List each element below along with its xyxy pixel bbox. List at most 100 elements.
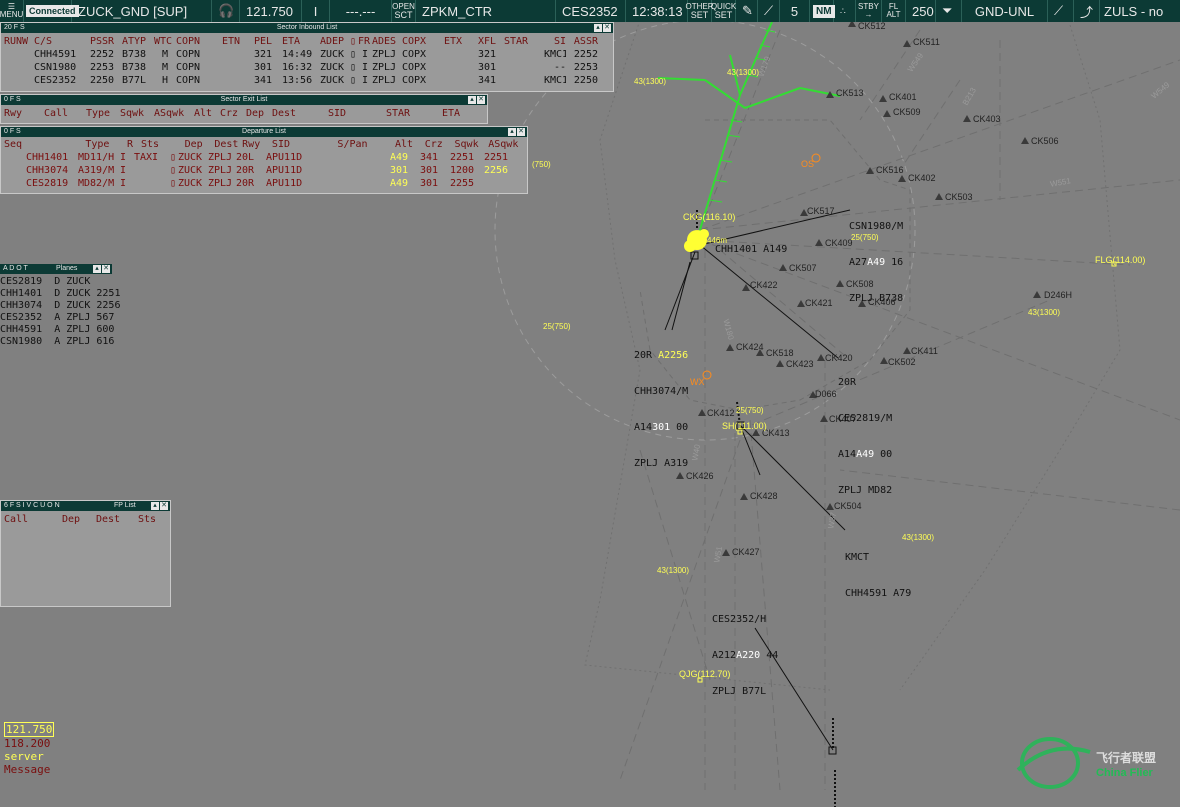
sector-right-label[interactable]: ZULS - no: [1100, 0, 1169, 22]
altitude-value[interactable]: 250: [906, 0, 936, 22]
list-item[interactable]: CHH1401 D ZUCK 2251: [0, 288, 120, 300]
navaid-label-sh[interactable]: SH(111.00): [722, 421, 767, 431]
active-frequency[interactable]: 121.750: [240, 0, 302, 22]
open-sector-name[interactable]: ZPKM_CTR: [416, 0, 556, 22]
range-value[interactable]: 5: [780, 0, 810, 22]
standby-button[interactable]: STBY →: [856, 0, 882, 22]
table-row[interactable]: CES2819 MD82/M I ▯ ZUCK ZPLJ 20R APU11D …: [4, 177, 524, 190]
table-row[interactable]: CSN1980 2253 B738 M COPN 301 16:32 ZUCK …: [4, 61, 610, 74]
close-icon[interactable]: ✕: [477, 96, 485, 104]
minimize-icon[interactable]: ▴: [93, 265, 101, 273]
watermark: 飞行者联盟 China Flier: [1012, 735, 1180, 785]
fix-label: CK403: [973, 114, 1001, 124]
ruler-icon: ⟋: [764, 3, 774, 18]
list-item[interactable]: CHH3074 D ZUCK 2256: [0, 300, 120, 312]
fix-label: CK518: [766, 348, 794, 358]
target-symbol[interactable]: [828, 746, 837, 755]
altitude-label: (750): [532, 160, 551, 169]
fix-label: CK428: [750, 491, 778, 501]
scope-settings-button[interactable]: ∴: [834, 0, 856, 22]
altitude-filter[interactable]: GND-UNL: [962, 0, 1048, 22]
close-icon[interactable]: ✕: [517, 128, 525, 136]
connection-status[interactable]: Connected: [24, 0, 79, 22]
quick-set-button[interactable]: QUICK SET: [711, 0, 736, 22]
list-item[interactable]: CES2352 A ZPLJ 567: [0, 312, 114, 324]
navaid-label-flg[interactable]: FLG(114.00): [1095, 255, 1145, 265]
weather-label-wx: WX: [690, 377, 705, 387]
range-unit[interactable]: NM: [810, 0, 835, 22]
aircraft-tag-chh3074[interactable]: 20R A2256 CHH3074/M A14301 00 ZPLJ A319: [634, 326, 688, 482]
sector-inbound-list[interactable]: 20 F S Sector Inbound List ▴ ✕ RUNW C/S P…: [0, 22, 614, 92]
utc-clock: 12:38:13: [626, 0, 688, 22]
menu-button[interactable]: ☰ MENU: [0, 0, 24, 22]
active-frequency-display[interactable]: 121.750: [4, 722, 55, 737]
scatter-icon: ∴: [840, 5, 846, 16]
fix-label: CK517: [807, 206, 835, 216]
altitude-label: 43(1300): [727, 68, 760, 77]
close-icon[interactable]: ✕: [603, 24, 611, 32]
fix-label: CK421: [805, 298, 833, 308]
selected-callsign[interactable]: CES2352: [556, 0, 626, 22]
filter-button[interactable]: ⏷: [936, 0, 962, 22]
fix-label: CK503: [945, 192, 973, 202]
fix-label: CK509: [893, 107, 921, 117]
open-sector-button[interactable]: OPEN SCT: [392, 0, 416, 22]
aircraft-tag-ces2352[interactable]: CES2352/H A212A220 44 ZPLJ B77L: [712, 590, 778, 710]
window-titlebar[interactable]: 0 F S Sector Exit List ▴ ✕: [1, 95, 487, 105]
window-titlebar[interactable]: 0 F S Departure List ▴ ✕: [1, 127, 527, 137]
aircraft-tag-chh1401[interactable]: CHH1401 A149: [715, 220, 787, 268]
message-label[interactable]: Message: [4, 763, 54, 776]
server-label: server: [4, 750, 44, 763]
aircraft-tag-chh4591[interactable]: KMCT CHH4591 A79: [845, 528, 911, 612]
other-set-button[interactable]: OTHER SET: [686, 0, 714, 22]
pencil-icon: ✎: [742, 3, 753, 18]
window-titlebar[interactable]: 20 F S Sector Inbound List ▴ ✕: [1, 23, 613, 33]
fp-list[interactable]: 6 F S I V C U O N FP List ▴ ✕ Call Dep De…: [0, 500, 171, 607]
headset-button[interactable]: 🎧: [212, 0, 240, 22]
minimize-icon[interactable]: ▴: [468, 96, 476, 104]
fl-alt-button[interactable]: FL ALT: [882, 0, 906, 22]
headset-icon: 🎧: [218, 3, 235, 18]
table-row[interactable]: CES2352 2250 B77L H COPN 341 13:56 ZUCK …: [4, 74, 610, 87]
fix-label: CK422: [750, 280, 778, 290]
draw-tool-button[interactable]: ⟋: [1048, 0, 1074, 22]
table-header: Seq Type R Sts Dep Dest Rwy SID S/Pan Al…: [4, 139, 519, 150]
watermark-en: China Flier: [1096, 767, 1153, 779]
secondary-frequency[interactable]: ---.---: [330, 0, 392, 22]
freq-separator: I: [302, 0, 330, 22]
window-titlebar[interactable]: 6 F S I V C U O N FP List ▴ ✕: [1, 501, 170, 511]
altitude-label: 25(750): [543, 322, 571, 331]
altitude-label: 43(1300): [1028, 308, 1061, 317]
fix-label: CK512: [858, 21, 886, 31]
minimize-icon[interactable]: ▴: [508, 128, 516, 136]
close-icon[interactable]: ✕: [160, 502, 168, 510]
aircraft-tag-csn1980[interactable]: CSN1980/M A27A49 16 ZPLJ B738: [849, 197, 903, 317]
minimize-icon[interactable]: ▴: [151, 502, 159, 510]
fix-label: CK412: [707, 408, 735, 418]
window-titlebar[interactable]: A D O T Planes ▴ ✕: [0, 264, 112, 274]
aircraft-tag-ces2819[interactable]: 20R CES2819/M A14A49 00 ZPLJ MD82: [838, 353, 892, 509]
fix-label: CK507: [789, 263, 817, 273]
list-item[interactable]: CHH4591 A ZPLJ 600: [0, 324, 114, 336]
planes-list[interactable]: A D O T Planes ▴ ✕ CES2819 D ZUCK CHH1401…: [0, 264, 120, 352]
route-icon: ⤴: [1080, 4, 1094, 20]
table-row[interactable]: CHH3074 A319/M I ▯ ZUCK ZPLJ 20R APU11D …: [4, 164, 524, 177]
measure-tool-button[interactable]: ⟋: [758, 0, 780, 22]
minimize-icon[interactable]: ▴: [594, 24, 602, 32]
sector-exit-list[interactable]: 0 F S Sector Exit List ▴ ✕ Rwy Call Type …: [0, 94, 488, 124]
table-row[interactable]: CHH4591 2252 B738 M COPN 321 14:49 ZUCK …: [4, 48, 610, 61]
table-row[interactable]: CHH1401 MD11/H I TAXI ▯ ZUCK ZPLJ 20L AP…: [4, 151, 524, 164]
list-item[interactable]: CSN1980 A ZPLJ 616: [0, 336, 114, 348]
watermark-cn: 飞行者联盟: [1096, 751, 1157, 765]
route-tool-button[interactable]: ⤴: [1074, 0, 1100, 22]
standby-frequency-display[interactable]: 118.200: [4, 737, 54, 750]
departure-list[interactable]: 0 F S Departure List ▴ ✕ Seq Type R Sts D…: [0, 126, 528, 194]
list-item[interactable]: CES2819 D ZUCK: [0, 276, 112, 288]
pencil-tool-button[interactable]: ✎: [736, 0, 758, 22]
position-label[interactable]: ZUCK_GND [SUP]: [72, 0, 212, 22]
fix-label: CK516: [876, 165, 904, 175]
fix-label: CK401: [889, 92, 917, 102]
fix-label: CK513: [836, 88, 864, 98]
table-header: Rwy Call Type Sqwk ASqwk Alt Crz Dep Des…: [4, 108, 461, 119]
close-icon[interactable]: ✕: [102, 265, 110, 273]
